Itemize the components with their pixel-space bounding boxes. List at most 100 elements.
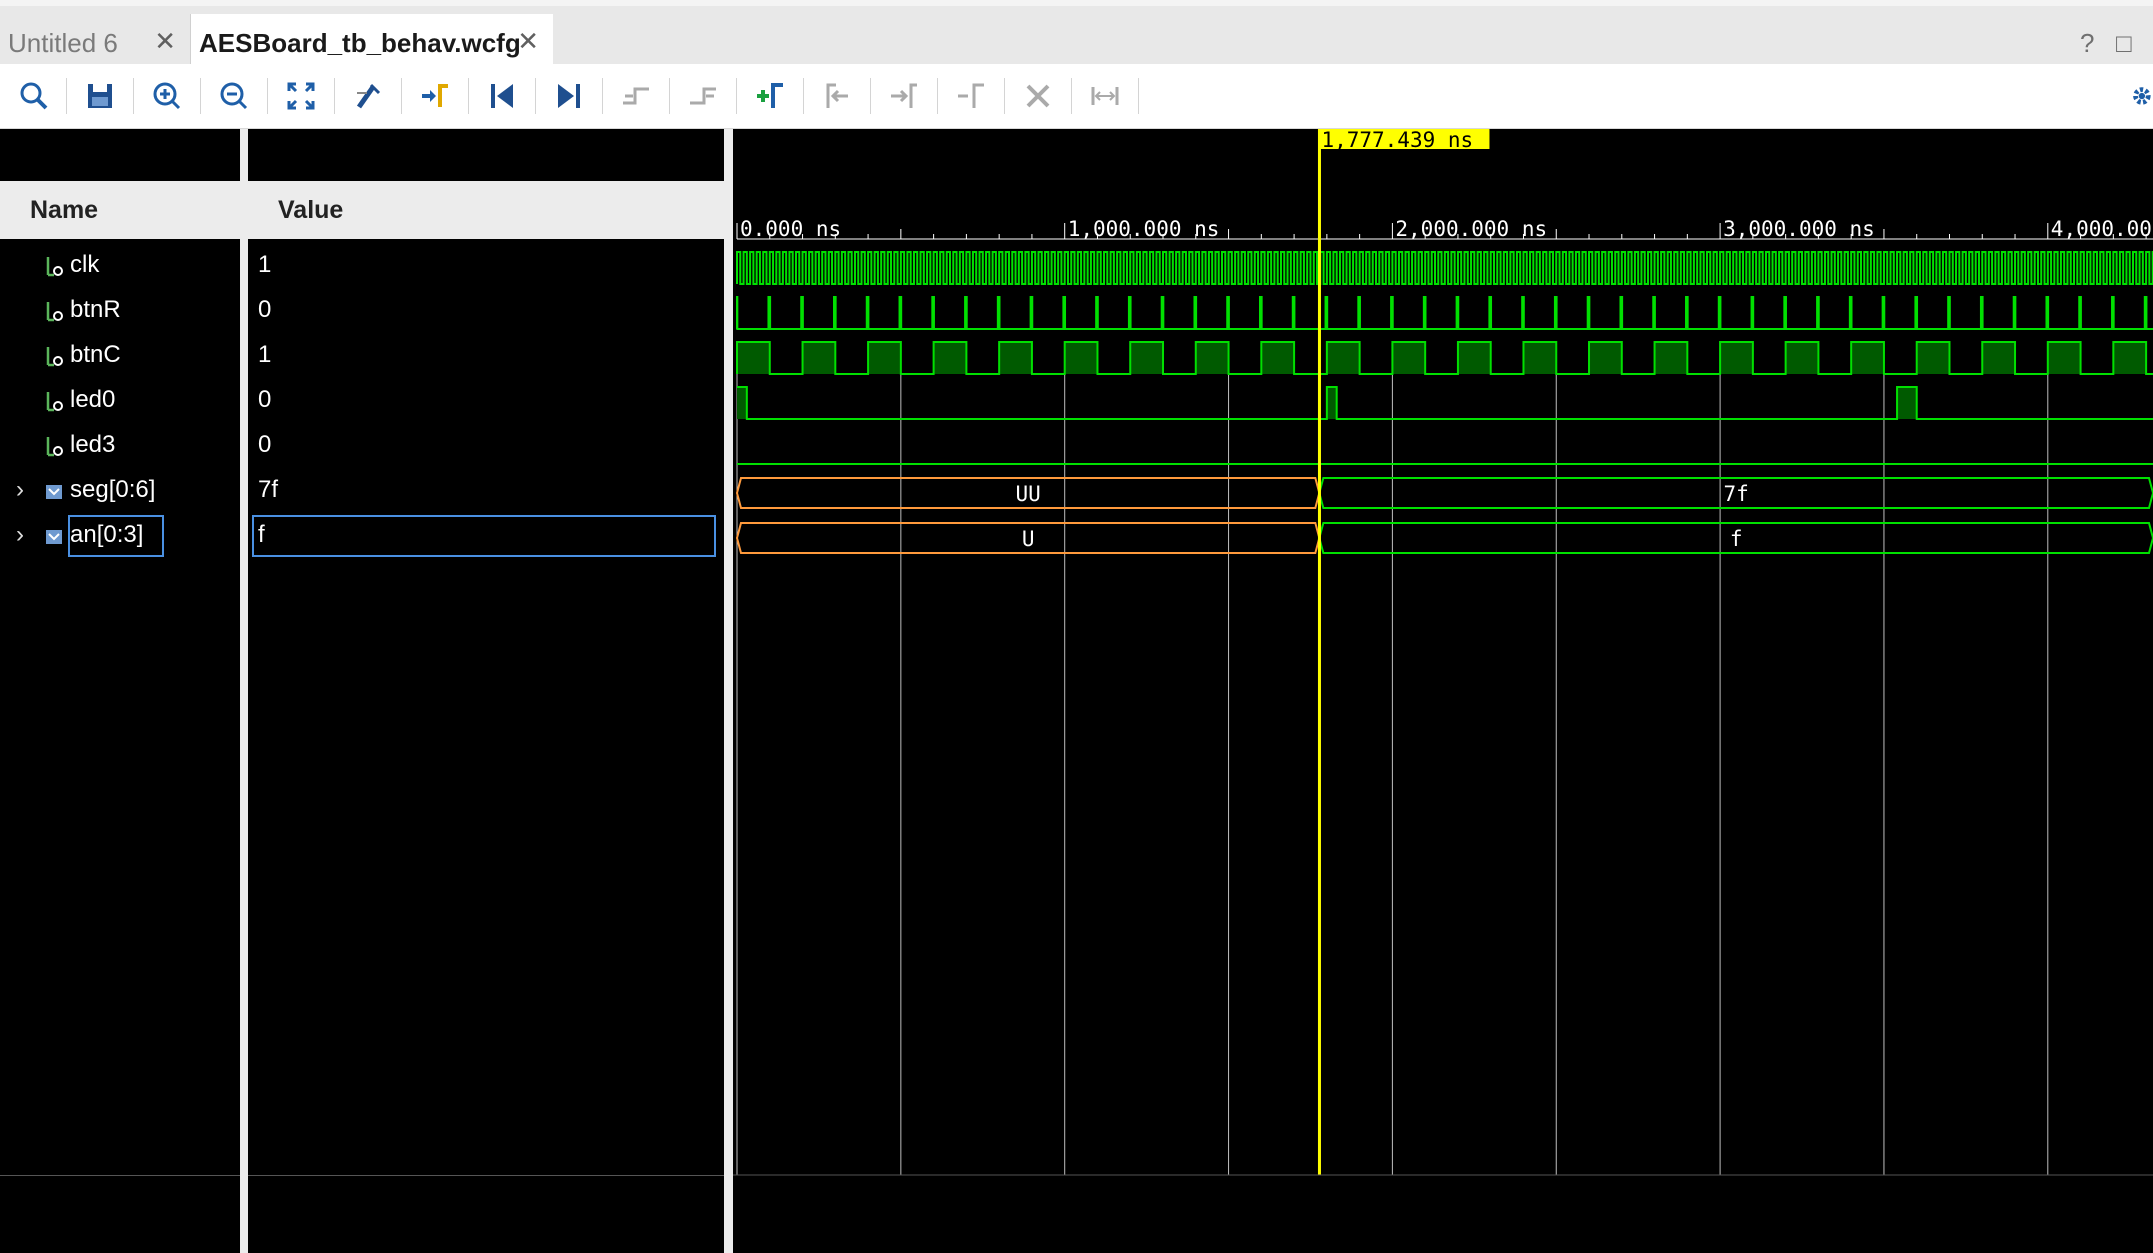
settings-icon[interactable] xyxy=(2126,74,2153,118)
btnc-waveform-fill xyxy=(1195,342,1229,374)
signal-value-panel: Value 1 0 1 0 0 7f f xyxy=(248,129,724,1253)
signal-row-btnr[interactable]: btnR xyxy=(0,290,240,335)
signal-name: clk xyxy=(70,251,100,278)
panel-splitter[interactable] xyxy=(724,129,733,1253)
value-column-header[interactable]: Value xyxy=(248,181,724,239)
ruler-tick-label: 3,000.000 ns xyxy=(1723,217,1875,241)
previous-marker-icon[interactable] xyxy=(815,74,859,118)
signal-row-clk[interactable]: clk xyxy=(0,245,240,290)
btnc-waveform-fill xyxy=(1589,342,1622,374)
btnc-waveform-fill xyxy=(1982,342,2016,374)
next-transition-icon[interactable] xyxy=(681,74,725,118)
led0-pulse-fill xyxy=(1897,387,1917,419)
close-icon[interactable]: ✕ xyxy=(154,26,176,57)
waveform-canvas[interactable]: 0.000 ns 1,000.000 ns 2,000.000 ns 3,000.00… xyxy=(733,129,2153,1253)
btnc-waveform-fill xyxy=(933,342,967,374)
signal-name: led3 xyxy=(70,431,116,458)
ruler-tick-label: 4,000.00 xyxy=(2051,217,2152,241)
ruler-tick-label: 2,000.000 ns xyxy=(1395,217,1547,241)
signal-row-an[interactable]: › an[0:3] xyxy=(0,515,240,560)
signal-name: seg[0:6] xyxy=(70,476,156,503)
previous-transition-icon[interactable] xyxy=(614,74,658,118)
signal-value: f xyxy=(258,521,265,548)
seg-value-label: UU xyxy=(1016,482,1041,506)
time-cursor-label: 1,777.439 ns xyxy=(1321,129,1473,152)
go-to-last-time-icon[interactable] xyxy=(547,74,591,118)
bit-signal-icon xyxy=(46,392,63,412)
btnc-waveform-fill xyxy=(2113,342,2147,374)
waveform-svg: 0.000 ns 1,000.000 ns 2,000.000 ns 3,000.00… xyxy=(733,129,2153,1176)
an-value-label: f xyxy=(1730,527,1743,551)
signal-row-led3[interactable]: led3 xyxy=(0,425,240,470)
btnc-waveform-fill xyxy=(1064,342,1098,374)
tab-label: Untitled 6 xyxy=(8,27,118,58)
btnc-waveform-fill xyxy=(802,342,836,374)
an-value-label: U xyxy=(1022,527,1035,551)
bit-signal-icon xyxy=(46,437,63,457)
go-to-cursor-icon[interactable] xyxy=(413,74,457,118)
save-icon[interactable] xyxy=(78,74,122,118)
btnc-waveform-fill xyxy=(999,342,1032,374)
value-selection-outline xyxy=(252,515,716,557)
btnc-waveform-fill xyxy=(737,342,770,374)
signal-value: 0 xyxy=(258,386,272,413)
tab-label: AESBoard_tb_behav.wcfg xyxy=(199,27,521,58)
signal-row-btnc[interactable]: btnC xyxy=(0,335,240,380)
btnc-waveform-fill xyxy=(1851,342,1884,374)
add-marker-icon[interactable] xyxy=(748,74,792,118)
signal-name: btnC xyxy=(70,341,121,368)
ruler-tick-label: 1,000.000 ns xyxy=(1068,217,1220,241)
bit-signal-icon xyxy=(46,302,63,322)
go-to-time-zero-icon[interactable] xyxy=(480,74,524,118)
bus-signal-icon xyxy=(46,530,62,544)
maximize-icon[interactable]: □ xyxy=(2116,28,2132,59)
btnc-waveform-fill xyxy=(1130,342,1164,374)
swap-cursors-icon[interactable] xyxy=(949,74,993,118)
waveform-toolbar xyxy=(0,64,2153,129)
seg-value-label: 7f xyxy=(1724,482,1749,506)
signal-value: 7f xyxy=(258,476,279,503)
editor-tab-bar: Untitled 6 ✕ AESBoard_tb_behav.wcfg ✕ ? … xyxy=(0,0,2153,72)
btnr-waveform xyxy=(736,296,2153,330)
chevron-right-icon[interactable]: › xyxy=(16,476,24,504)
btnc-waveform-fill xyxy=(1326,342,1360,374)
bit-signal-icon xyxy=(46,257,63,277)
signal-value: 1 xyxy=(258,341,272,368)
snap-icon[interactable] xyxy=(346,74,390,118)
bus-signal-icon xyxy=(46,485,62,499)
btnc-waveform-fill xyxy=(1261,342,1295,374)
btnc-waveform-fill xyxy=(1654,342,1688,374)
signal-value: 1 xyxy=(258,251,272,278)
led0-pulse-fill xyxy=(737,387,747,419)
signal-value: 0 xyxy=(258,431,272,458)
btnc-waveform-fill xyxy=(1785,342,1819,374)
signal-name-panel: Name clk btnR btnC led0 led3 › seg[0:6] … xyxy=(0,129,248,1253)
delete-all-markers-icon[interactable] xyxy=(1016,74,1060,118)
btnc-waveform-fill xyxy=(868,342,901,374)
zoom-in-icon[interactable] xyxy=(145,74,189,118)
btnc-waveform-fill xyxy=(1457,342,1491,374)
led0-waveform xyxy=(737,386,2153,420)
signal-value: 0 xyxy=(258,296,272,323)
close-icon[interactable]: ✕ xyxy=(517,26,539,57)
btnc-waveform-fill xyxy=(1392,342,1426,374)
signal-name: btnR xyxy=(70,296,121,323)
help-icon[interactable]: ? xyxy=(2080,28,2094,59)
signal-row-led0[interactable]: led0 xyxy=(0,380,240,425)
btnc-waveform-fill xyxy=(2047,342,2081,374)
zoom-out-icon[interactable] xyxy=(212,74,256,118)
btnc-waveform-fill xyxy=(1523,342,1557,374)
signal-name: led0 xyxy=(70,386,116,413)
signal-row-seg[interactable]: › seg[0:6] xyxy=(0,470,240,515)
btnc-waveform-fill xyxy=(1720,342,1753,374)
bit-signal-icon xyxy=(46,347,63,367)
btnc-waveform-fill xyxy=(1916,342,1950,374)
chevron-right-icon[interactable]: › xyxy=(16,521,24,549)
search-icon[interactable] xyxy=(12,74,56,118)
ruler-tick-label: 0.000 ns xyxy=(740,217,841,241)
next-marker-icon[interactable] xyxy=(882,74,926,118)
led0-pulse-fill xyxy=(1326,387,1337,419)
zoom-fit-icon[interactable] xyxy=(279,74,323,118)
fix-range-icon[interactable] xyxy=(1083,74,1127,118)
name-column-header[interactable]: Name xyxy=(0,181,240,239)
